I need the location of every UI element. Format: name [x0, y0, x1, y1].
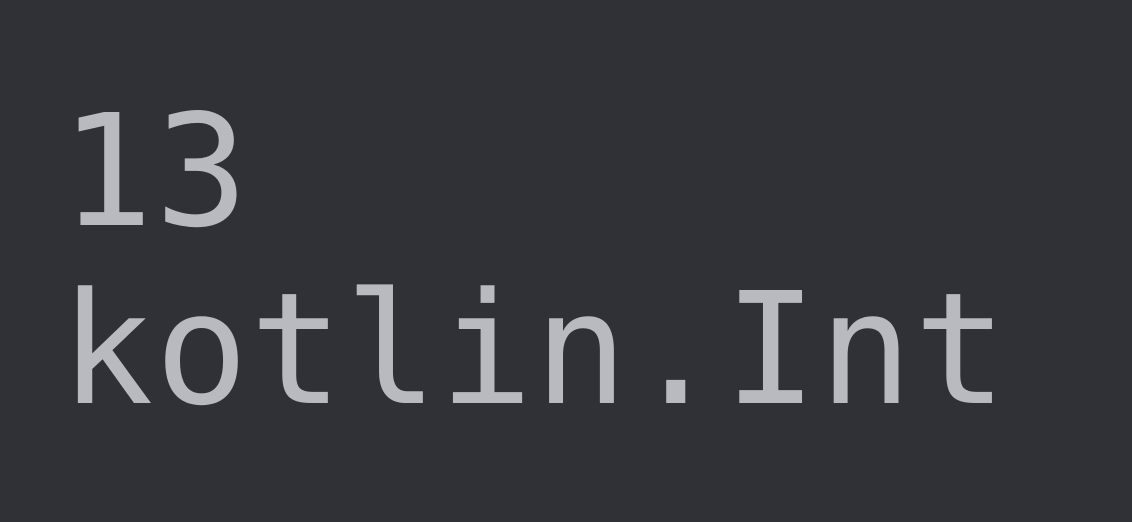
output-value: 13: [60, 83, 1072, 261]
output-type: kotlin.Int: [60, 261, 1072, 439]
